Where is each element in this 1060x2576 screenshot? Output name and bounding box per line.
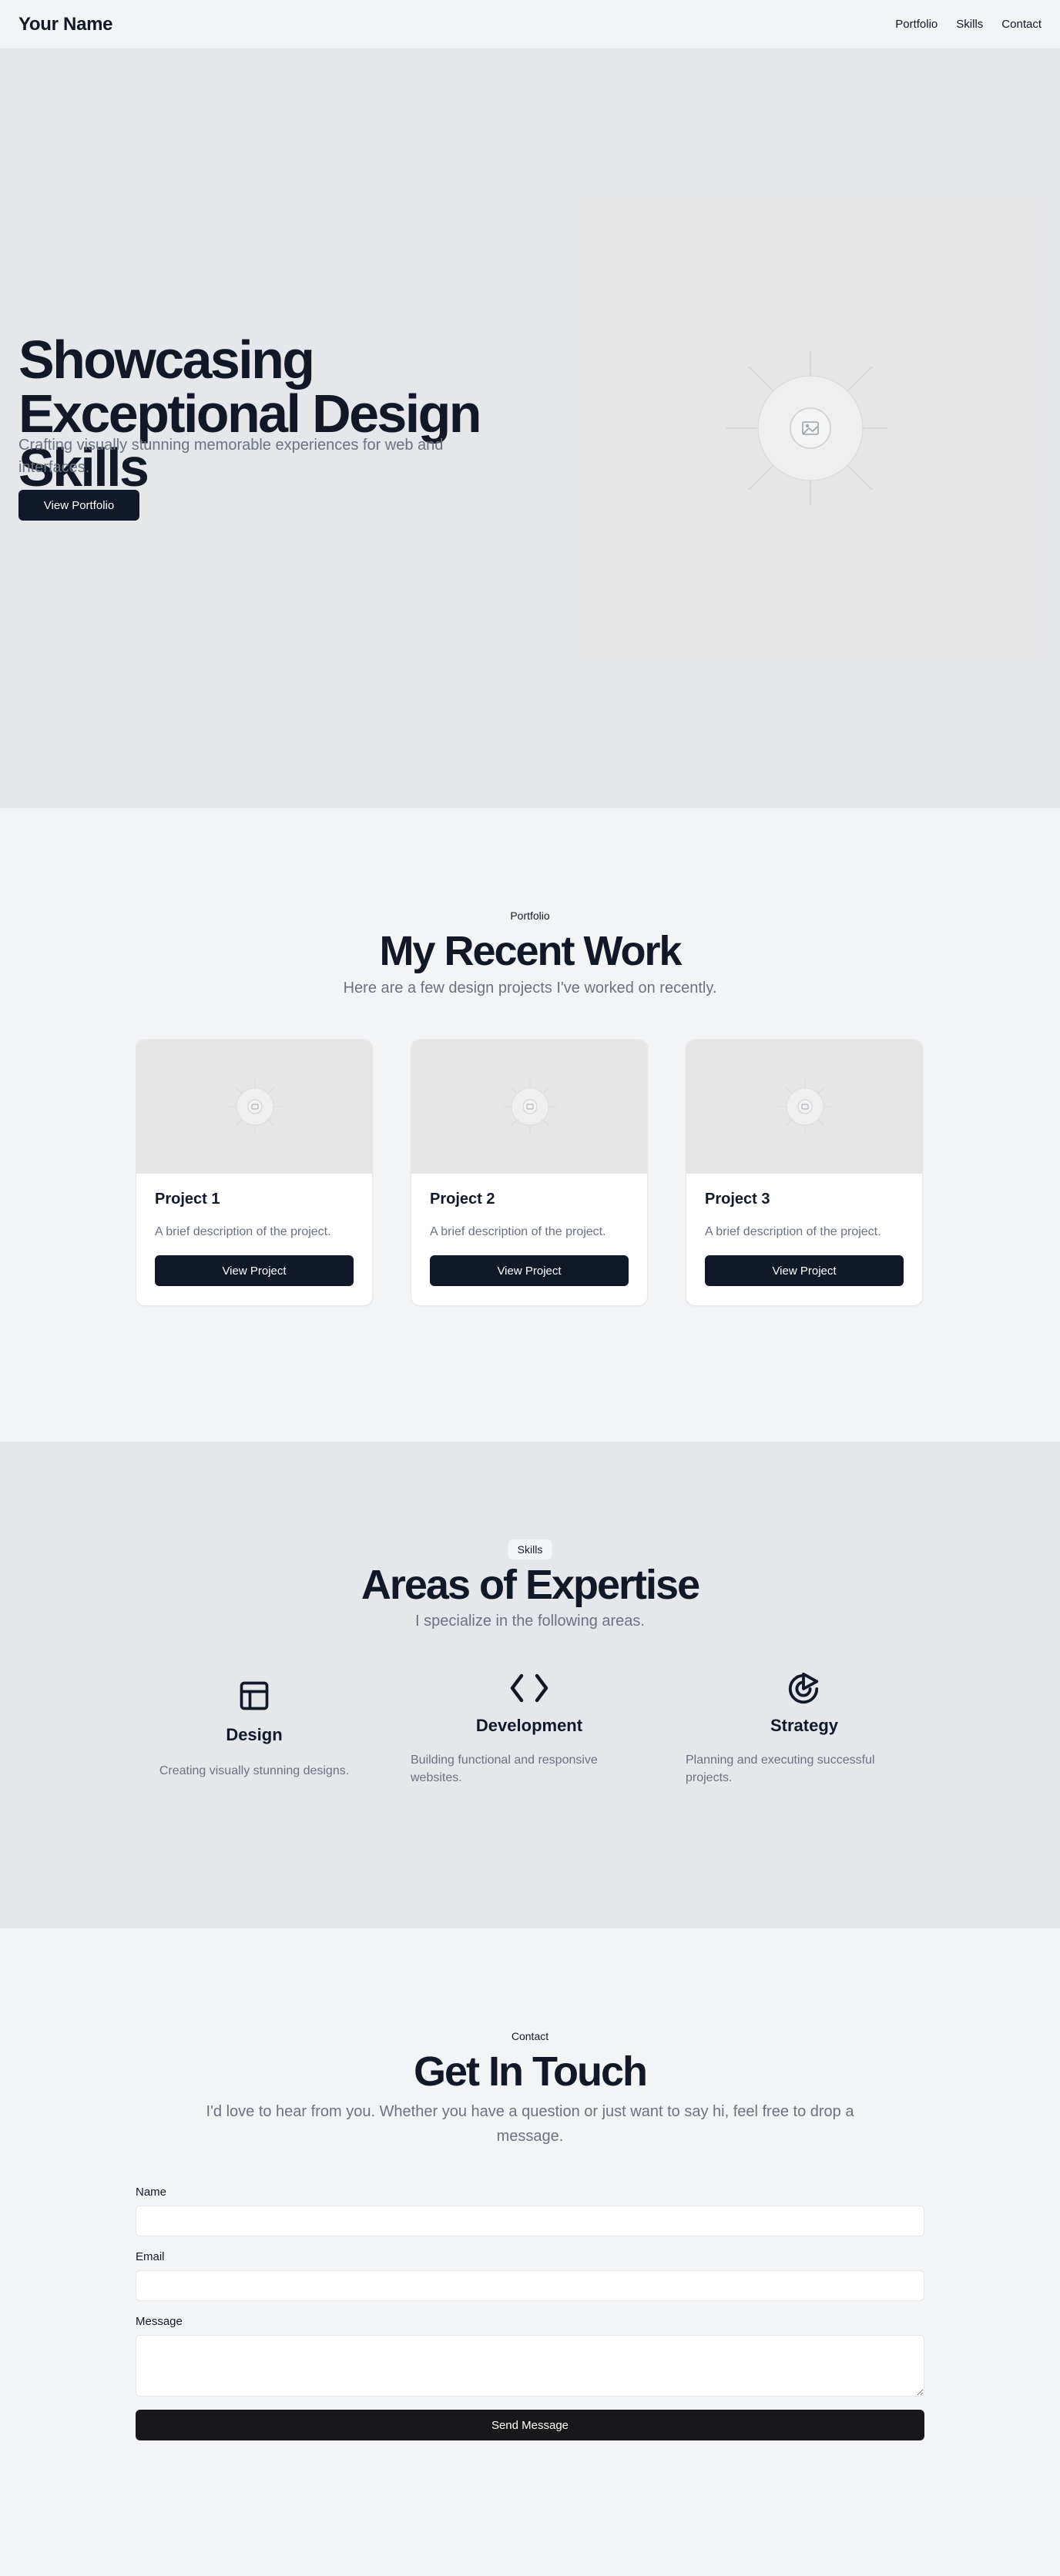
skill-title: Strategy bbox=[770, 1716, 839, 1735]
project-description: A brief description of the project. bbox=[705, 1225, 881, 1238]
contact-badge: Contact bbox=[511, 2030, 549, 2042]
hero-image-placeholder bbox=[579, 197, 1042, 659]
project-description: A brief description of the project. bbox=[155, 1225, 331, 1238]
send-message-button[interactable]: Send Message bbox=[136, 2410, 924, 2440]
skills-subtitle: I specialize in the following areas. bbox=[415, 1613, 645, 1630]
layout-icon bbox=[240, 1681, 269, 1710]
contact-section: Contact Get In Touch I'd love to hear fr… bbox=[0, 1928, 1060, 2576]
skill-description: Creating visually stunning designs. bbox=[159, 1764, 350, 1777]
skill-title: Development bbox=[475, 1716, 583, 1735]
project-description: A brief description of the project. bbox=[430, 1225, 606, 1238]
image-placeholder-icon bbox=[778, 1080, 832, 1134]
nav-portfolio[interactable]: Portfolio bbox=[895, 18, 938, 31]
project-image-placeholder bbox=[411, 1040, 647, 1174]
main-nav: Portfolio Skills Contact bbox=[895, 18, 1042, 31]
site-header: Your Name Portfolio Skills Contact bbox=[0, 0, 1060, 49]
portfolio-title: My Recent Work bbox=[379, 928, 682, 974]
project-title: Project 3 bbox=[705, 1191, 770, 1208]
image-placeholder-icon bbox=[726, 351, 887, 505]
contact-title: Get In Touch bbox=[414, 2048, 648, 2095]
view-project-button[interactable]: View Project bbox=[705, 1255, 904, 1286]
nav-skills[interactable]: Skills bbox=[956, 18, 983, 31]
project-title: Project 2 bbox=[430, 1191, 495, 1208]
code-icon bbox=[510, 1673, 548, 1703]
skills-section: Skills Areas of Expertise I specialize i… bbox=[0, 1442, 1060, 1928]
skill-description: Building functional and responsive websi… bbox=[411, 1754, 598, 1785]
email-label: Email bbox=[136, 2250, 165, 2263]
view-portfolio-button[interactable]: View Portfolio bbox=[18, 490, 139, 521]
project-image-placeholder bbox=[136, 1040, 372, 1174]
skills-title: Areas of Expertise bbox=[361, 1562, 700, 1608]
project-image-placeholder bbox=[686, 1040, 922, 1174]
name-label: Name bbox=[136, 2186, 167, 2199]
name-field[interactable] bbox=[136, 2206, 924, 2236]
view-project-button[interactable]: View Project bbox=[155, 1255, 354, 1286]
skills-badge: Skills bbox=[508, 1539, 552, 1559]
message-label: Message bbox=[136, 2315, 183, 2328]
project-title: Project 1 bbox=[155, 1191, 220, 1208]
message-field[interactable] bbox=[136, 2335, 924, 2397]
email-field[interactable] bbox=[136, 2270, 924, 2301]
hero-subtitle: Crafting visually stunning memorable exp… bbox=[18, 437, 444, 476]
portfolio-section: Portfolio My Recent Work Here are a few … bbox=[0, 808, 1060, 1442]
nav-contact[interactable]: Contact bbox=[1001, 18, 1042, 31]
brand-name[interactable]: Your Name bbox=[18, 14, 113, 35]
image-placeholder-icon bbox=[503, 1080, 557, 1134]
image-placeholder-icon bbox=[228, 1080, 282, 1134]
skill-title: Design bbox=[226, 1725, 283, 1744]
target-icon bbox=[788, 1672, 819, 1704]
project-card: Project 3 A brief description of the pro… bbox=[686, 1039, 923, 1306]
hero-section: Showcasing Exceptional Design Skills Cra… bbox=[0, 49, 1060, 808]
project-card: Project 1 A brief description of the pro… bbox=[136, 1039, 373, 1306]
view-project-button[interactable]: View Project bbox=[430, 1255, 629, 1286]
skill-description: Planning and executing successful projec… bbox=[686, 1754, 875, 1785]
portfolio-badge: Portfolio bbox=[510, 909, 550, 922]
portfolio-subtitle: Here are a few design projects I've work… bbox=[343, 980, 717, 997]
contact-subtitle: I'd love to hear from you. Whether you h… bbox=[206, 2103, 854, 2145]
project-card: Project 2 A brief description of the pro… bbox=[411, 1039, 648, 1306]
